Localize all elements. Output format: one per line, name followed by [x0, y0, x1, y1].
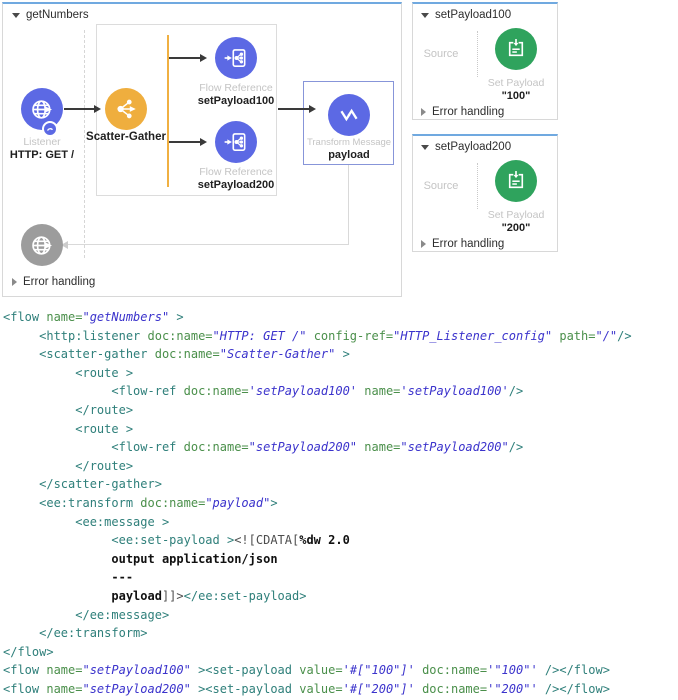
code-line: ---	[3, 568, 675, 587]
route1-line	[169, 57, 200, 59]
transform-name: payload	[304, 149, 394, 161]
expand-arrow-icon	[12, 278, 17, 286]
code-line: </route>	[3, 457, 675, 476]
transform-type-label: Transform Message	[304, 137, 394, 148]
code-line: </route>	[3, 401, 675, 420]
expand-arrow-icon	[421, 108, 426, 116]
code-line: <flow name="setPayload200" ><set-payload…	[3, 680, 675, 699]
source-label: Source	[417, 48, 465, 60]
flow-reference-1-type-label: Flow Reference	[186, 82, 286, 94]
source-separator-line	[84, 30, 85, 258]
connector-line	[278, 108, 309, 110]
code-line: <http:listener doc:name="HTTP: GET /" co…	[3, 327, 675, 346]
flow-reference-2-name: setPayload200	[186, 179, 286, 191]
code-line: </scatter-gather>	[3, 475, 675, 494]
code-line: <flow-ref doc:name="setPayload200" name=…	[3, 438, 675, 457]
source-separator-line	[477, 31, 478, 77]
code-line: <flow name="setPayload100" ><set-payload…	[3, 661, 675, 680]
flow-header-setpayload100[interactable]: setPayload100	[421, 9, 511, 21]
error-handling-label: Error handling	[432, 238, 504, 250]
flow-reference-icon	[223, 45, 249, 71]
route1-arrowhead	[200, 54, 207, 62]
connector-arrowhead	[309, 105, 316, 113]
globe-arrow-icon	[29, 96, 56, 123]
flow-title: getNumbers	[26, 9, 89, 21]
set-payload-icon	[503, 168, 529, 194]
transform-message-component[interactable]	[328, 94, 370, 136]
flow-title: setPayload200	[435, 141, 511, 153]
flow-reference-1-name: setPayload100	[186, 95, 286, 107]
code-line: </ee:message>	[3, 606, 675, 625]
code-line: <flow-ref doc:name='setPayload100' name=…	[3, 382, 675, 401]
expand-arrow-icon	[421, 240, 426, 248]
code-line: <flow name="getNumbers" >	[3, 308, 675, 327]
code-line: <ee:message >	[3, 513, 675, 532]
mule-flow-editor: getNumbers Listener HTTP: GET /	[0, 0, 678, 700]
collapse-arrow-icon	[12, 13, 20, 18]
code-line: </ee:transform>	[3, 624, 675, 643]
scatter-gather-icon	[113, 96, 139, 122]
error-handling-label: Error handling	[432, 106, 504, 118]
set-payload-name: "200"	[466, 222, 566, 234]
flow-reference-1-component[interactable]	[215, 37, 257, 79]
flow-container-getnumbers: getNumbers Listener HTTP: GET /	[2, 2, 402, 297]
globe-arrow-icon	[29, 232, 56, 259]
set-payload-type-label: Set Payload	[466, 77, 566, 89]
error-handling-section[interactable]: Error handling	[421, 106, 504, 118]
scatter-gather-name: Scatter-Gather	[71, 131, 181, 143]
flow-container-setpayload100: setPayload100 Source Set Payload "100" E…	[412, 2, 558, 120]
route2-arrowhead	[200, 138, 207, 146]
set-payload-component[interactable]	[495, 160, 537, 202]
connector-line	[64, 108, 94, 110]
listener-type-label: Listener	[2, 136, 82, 148]
flow-title: setPayload100	[435, 9, 511, 21]
connector-arrowhead	[94, 105, 101, 113]
set-payload-type-label: Set Payload	[466, 209, 566, 221]
code-line: </flow>	[3, 643, 675, 662]
flow-container-setpayload200: setPayload200 Source Set Payload "200" E…	[412, 134, 558, 252]
flow-reference-2-component[interactable]	[215, 121, 257, 163]
flow-reference-2-type-label: Flow Reference	[186, 166, 286, 178]
listener-response-badge-icon	[42, 121, 58, 137]
code-line: <scatter-gather doc:name="Scatter-Gather…	[3, 345, 675, 364]
error-handling-section[interactable]: Error handling	[12, 276, 95, 288]
source-separator-line	[477, 163, 478, 209]
set-payload-component[interactable]	[495, 28, 537, 70]
dataweave-icon	[336, 102, 362, 128]
response-line-vertical	[348, 165, 349, 245]
code-line: <ee:transform doc:name="payload">	[3, 494, 675, 513]
route2-line	[169, 141, 200, 143]
response-endpoint-component[interactable]	[21, 224, 63, 266]
code-line: payload]]></ee:set-payload>	[3, 587, 675, 606]
code-line: output application/json	[3, 550, 675, 569]
error-handling-section[interactable]: Error handling	[421, 238, 504, 250]
code-line: <ee:set-payload ><![CDATA[%dw 2.0	[3, 531, 675, 550]
code-line: <route >	[3, 364, 675, 383]
flow-reference-icon	[223, 129, 249, 155]
code-editor[interactable]: <flow name="getNumbers" > <http:listener…	[3, 308, 675, 698]
code-line: <route >	[3, 420, 675, 439]
response-line-horizontal	[67, 244, 349, 245]
set-payload-name: "100"	[466, 90, 566, 102]
source-label: Source	[417, 180, 465, 192]
flow-header-setpayload200[interactable]: setPayload200	[421, 141, 511, 153]
set-payload-icon	[503, 36, 529, 62]
scatter-gather-component[interactable]	[105, 88, 147, 130]
flow-header-getnumbers[interactable]: getNumbers	[12, 9, 89, 21]
collapse-arrow-icon	[421, 13, 429, 18]
collapse-arrow-icon	[421, 145, 429, 150]
listener-name: HTTP: GET /	[0, 149, 87, 161]
error-handling-label: Error handling	[23, 276, 95, 288]
